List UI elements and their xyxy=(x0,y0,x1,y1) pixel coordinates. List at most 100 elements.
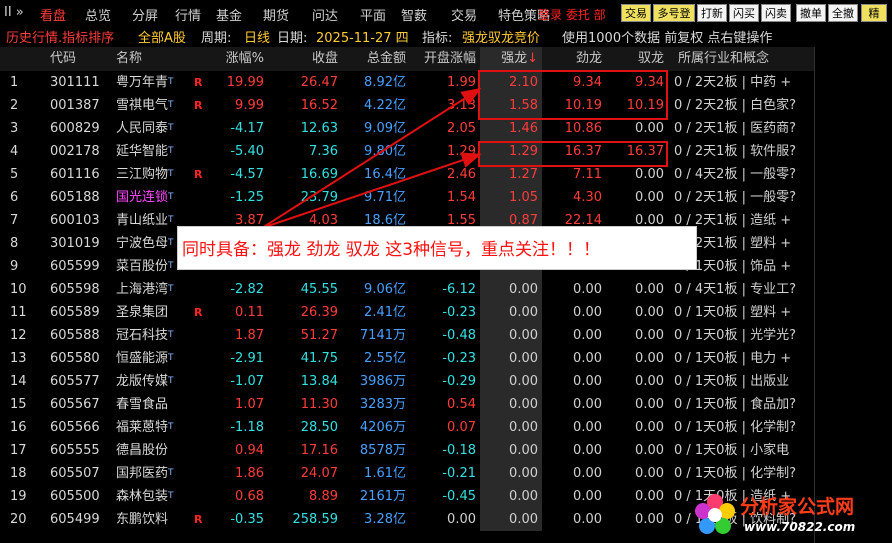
cancel-all-button[interactable]: 全撤 xyxy=(828,4,858,22)
menu-item-quotes[interactable]: 行情 xyxy=(175,5,201,24)
stock-code[interactable]: 002178 xyxy=(40,140,110,163)
stock-name-cell[interactable]: 宁波色母T xyxy=(110,232,182,255)
menu-item-plane[interactable]: 平面 xyxy=(360,5,386,24)
menu-item-futures[interactable]: 期货 xyxy=(263,5,289,24)
row-index: 2 xyxy=(10,98,19,113)
stock-code[interactable]: 600829 xyxy=(40,117,110,140)
market-selector[interactable]: 全部A股 xyxy=(138,27,186,46)
stock-name-cell[interactable]: 菜百股份T xyxy=(110,255,182,278)
table-row[interactable]: 15 605567 春雪食品 1.07 11.30 3283万 0.54 0.00 0.00 0.… xyxy=(0,393,814,416)
indicator-value[interactable]: 强龙驭龙竞价 xyxy=(462,27,540,46)
stock-code[interactable]: 605589 xyxy=(40,301,110,324)
table-row[interactable]: 6 605188 国光连锁T -1.25 23.79 9.71亿 1.54 1.05 4.30 0… xyxy=(0,186,814,209)
stock-code[interactable]: 605599 xyxy=(40,255,110,278)
menu-expand-toggle[interactable]: II » xyxy=(4,5,24,20)
stock-name-cell[interactable]: 雪祺电气T xyxy=(110,94,182,117)
stock-name-cell[interactable]: 龙版传媒T xyxy=(110,370,182,393)
table-row[interactable]: 11 605589 圣泉集团 R 0.11 26.39 2.41亿 -0.23 0.00 0.00… xyxy=(0,301,814,324)
jinlong-value: 0.00 xyxy=(573,282,602,297)
stock-code[interactable]: 605588 xyxy=(40,324,110,347)
stock-code[interactable]: 605499 xyxy=(40,508,110,531)
precision-button[interactable]: 精 xyxy=(861,4,887,22)
stock-name-cell[interactable]: 粤万年青T xyxy=(110,71,182,94)
table-row[interactable]: 18 605507 国邦医药T 1.86 24.07 1.61亿 -0.21 0.00 0.00… xyxy=(0,462,814,485)
menu-item-trade[interactable]: 交易 xyxy=(451,5,477,24)
period-value[interactable]: 日线 xyxy=(244,27,270,46)
header-open-change[interactable]: 开盘涨幅 xyxy=(410,47,480,71)
stock-code[interactable]: 605188 xyxy=(40,186,110,209)
login-entrust-overlay[interactable]: 登录 委托 部 xyxy=(538,6,606,23)
stock-name-cell[interactable]: 恒盛能源T xyxy=(110,347,182,370)
stock-name-cell[interactable]: 国邦医药T xyxy=(110,462,182,485)
menu-item-funds[interactable]: 基金 xyxy=(216,5,242,24)
stock-name-cell[interactable]: 三江购物T xyxy=(110,163,182,186)
stock-code[interactable]: 605580 xyxy=(40,347,110,370)
stock-code[interactable]: 301111 xyxy=(40,71,110,94)
stock-name-cell[interactable]: 森林包装T xyxy=(110,485,182,508)
header-jinlong[interactable]: 劲龙 xyxy=(542,47,606,71)
table-row[interactable]: 2 001387 雪祺电气T R 9.99 16.52 4.22亿 3.13 1.58 10.19… xyxy=(0,94,814,117)
menu-item-kanpan[interactable]: 看盘 xyxy=(40,5,66,24)
table-row[interactable]: 4 002178 延华智能T -5.40 7.36 9.80亿 1.29 1.29 16.37 1… xyxy=(0,140,814,163)
stock-name-cell[interactable]: 春雪食品 xyxy=(110,393,182,416)
view-mode-label[interactable]: 历史行情.指标排序 xyxy=(6,27,114,46)
table-row[interactable]: 3 600829 人民同泰T -4.17 12.63 9.09亿 2.05 1.46 10.86… xyxy=(0,117,814,140)
stock-code[interactable]: 001387 xyxy=(40,94,110,117)
ipo-button[interactable]: 打新 xyxy=(697,4,727,22)
stock-name-cell[interactable]: 延华智能T xyxy=(110,140,182,163)
header-close[interactable]: 收盘 xyxy=(268,47,342,71)
table-row[interactable]: 10 605598 上海港湾T -2.82 45.55 9.06亿 -6.12 0.00 0.0… xyxy=(0,278,814,301)
multi-login-button[interactable]: 多号登 xyxy=(653,4,695,22)
stock-name-cell[interactable]: 冠石科技T xyxy=(110,324,182,347)
stock-code[interactable]: 600103 xyxy=(40,209,110,232)
date-value[interactable]: 2025-11-27 四 xyxy=(316,27,409,46)
menu-item-zhisou[interactable]: 智薮 xyxy=(401,5,427,24)
flash-sell-button[interactable]: 闪卖 xyxy=(761,4,791,22)
stock-code[interactable]: 605577 xyxy=(40,370,110,393)
rzrq-badge: R xyxy=(194,513,203,526)
close-price: 28.50 xyxy=(300,420,338,435)
stock-code[interactable]: 301019 xyxy=(40,232,110,255)
header-change[interactable]: 涨幅% xyxy=(194,47,268,71)
stock-name-cell[interactable]: 圣泉集团 xyxy=(110,301,182,324)
stock-name-cell[interactable]: 人民同泰T xyxy=(110,117,182,140)
flash-buy-button[interactable]: 闪买 xyxy=(729,4,759,22)
table-row[interactable]: 16 605566 福莱蒽特T -1.18 28.50 4206万 0.07 0.00 0.00… xyxy=(0,416,814,439)
qianglong-value: 0.00 xyxy=(480,416,542,439)
trade-button[interactable]: 交易 xyxy=(621,4,651,22)
table-row[interactable]: 1 301111 粤万年青T R 19.99 26.47 8.92亿 1.99 2.10 9.34… xyxy=(0,71,814,94)
table-row[interactable]: 17 605555 德昌股份 0.94 17.16 8578万 -0.18 0.00 0.00 0… xyxy=(0,439,814,462)
stock-name-cell[interactable]: 国光连锁T xyxy=(110,186,182,209)
open-change: -0.23 xyxy=(442,351,476,366)
table-row[interactable]: 5 601116 三江购物T R -4.57 16.69 16.4亿 2.46 1.27 7.11… xyxy=(0,163,814,186)
stock-name-cell[interactable]: 上海港湾T xyxy=(110,278,182,301)
stock-code[interactable]: 605500 xyxy=(40,485,110,508)
header-yulong[interactable]: 驭龙 xyxy=(606,47,668,71)
header-code[interactable]: 代码 xyxy=(40,47,110,71)
stock-name-cell[interactable]: 德昌股份 xyxy=(110,439,182,462)
stock-code[interactable]: 605507 xyxy=(40,462,110,485)
header-qianglong[interactable]: 强龙↓ xyxy=(480,47,542,71)
table-row[interactable]: 13 605580 恒盛能源T -2.91 41.75 2.55亿 -0.23 0.00 0.0… xyxy=(0,347,814,370)
header-amount[interactable]: 总金额 xyxy=(342,47,410,71)
stock-name-cell[interactable]: 青山纸业T xyxy=(110,209,182,232)
menu-item-wenda[interactable]: 问达 xyxy=(312,5,338,24)
header-name[interactable]: 名称 xyxy=(110,47,194,71)
stock-code[interactable]: 601116 xyxy=(40,163,110,186)
stock-code[interactable]: 605598 xyxy=(40,278,110,301)
stock-code[interactable]: 605566 xyxy=(40,416,110,439)
stock-name-cell[interactable]: 东鹏饮料 xyxy=(110,508,182,531)
header-index xyxy=(0,47,40,71)
stock-code[interactable]: 605567 xyxy=(40,393,110,416)
menu-item-overview[interactable]: 总览 xyxy=(85,5,111,24)
yulong-value: 0.00 xyxy=(635,328,664,343)
stock-code[interactable]: 605555 xyxy=(40,439,110,462)
stock-name: 德昌股份 xyxy=(116,443,169,458)
table-row[interactable]: 14 605577 龙版传媒T -1.07 13.84 3986万 -0.29 0.00 0.0… xyxy=(0,370,814,393)
table-row[interactable]: 12 605588 冠石科技T 1.87 51.27 7141万 -0.48 0.00 0.00… xyxy=(0,324,814,347)
close-price: 258.59 xyxy=(292,512,339,527)
menu-item-split-screen[interactable]: 分屏 xyxy=(132,5,158,24)
cancel-order-button[interactable]: 撤单 xyxy=(796,4,826,22)
header-industry[interactable]: 所属行业和概念 xyxy=(668,47,814,71)
stock-name-cell[interactable]: 福莱蒽特T xyxy=(110,416,182,439)
